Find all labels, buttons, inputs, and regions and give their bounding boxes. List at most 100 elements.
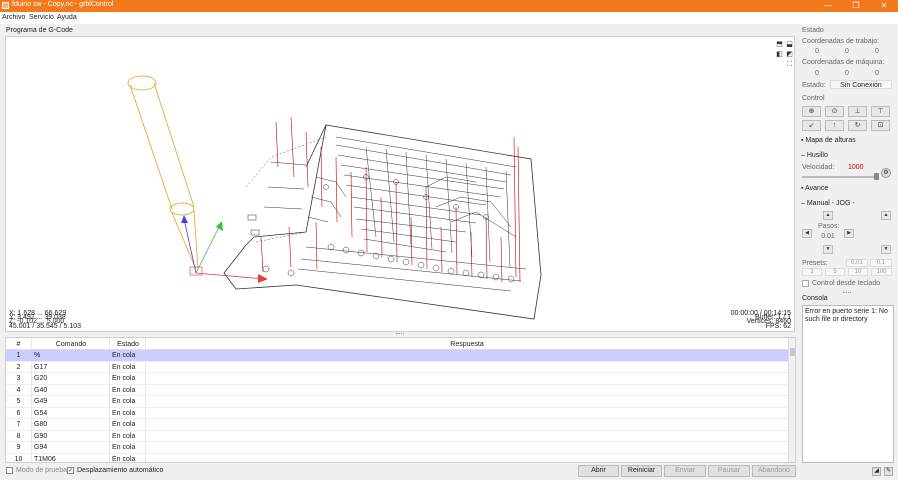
cell-index: 1 [16, 352, 21, 359]
table-row[interactable]: 5 G49 En cola [6, 396, 788, 408]
speed-label: Velocidad: [802, 164, 835, 171]
header-index[interactable]: # [6, 341, 31, 348]
test-mode-checkbox[interactable] [6, 467, 13, 474]
cell-status: En cola [112, 352, 136, 359]
reset-button[interactable]: Reiniciar [621, 465, 662, 477]
feed-label: Avance [805, 185, 829, 192]
speed-slider-track[interactable] [802, 176, 878, 178]
console-output[interactable]: Error en puerto serie 1: No such file or… [802, 305, 894, 463]
preset-1[interactable]: 0.1 [870, 259, 892, 267]
header-response[interactable]: Respuesta [146, 341, 788, 348]
splitter-handle[interactable] [396, 333, 404, 335]
control-title: Control [802, 95, 825, 102]
jog-z-plus-icon[interactable]: ▲ [881, 211, 891, 220]
title-bar: fduino sw - Copy.nc - grblControl — ❐ ✕ [0, 0, 898, 12]
preset-4[interactable]: 10 [848, 268, 868, 276]
table-header: # Comando Estado Respuesta [6, 338, 788, 350]
restore-icon[interactable]: ↻ [848, 120, 867, 131]
table-row[interactable]: 1% En cola [6, 350, 788, 362]
table-row[interactable]: 10 T1M06 En cola [6, 454, 788, 463]
preset-0[interactable]: 0.01 [846, 259, 868, 267]
table-row[interactable]: 3 G20 En cola [6, 373, 788, 385]
header-status[interactable]: Estado [110, 341, 146, 348]
table-row[interactable]: 6 G54 En cola [6, 408, 788, 419]
jog-x-plus-icon[interactable]: ▶ [844, 229, 854, 238]
preset-2[interactable]: 1 [802, 268, 822, 276]
menu-ayuda[interactable]: Ayuda [57, 14, 77, 21]
view-iso-icon[interactable]: ◩ [786, 51, 793, 58]
cell-command: G40 [34, 386, 48, 394]
jog-x-minus-icon[interactable]: ◀ [802, 229, 812, 238]
estado-title: Estado [802, 27, 824, 34]
status-label: Estado: [802, 82, 826, 89]
zoom-in-icon[interactable]: ⊕ [802, 106, 821, 117]
toolpath-canvas[interactable] [6, 37, 794, 331]
feed-header[interactable]: ▪ Avance [801, 185, 828, 192]
keyboard-control-label: Control desde teclado [812, 280, 881, 287]
menu-archivo[interactable]: Archivo [2, 14, 25, 21]
cell-status: En cola [112, 409, 136, 417]
steps-value[interactable]: 0.01 [818, 233, 838, 240]
gcode-table[interactable]: # Comando Estado Respuesta 1% En cola 2 G17… [5, 337, 796, 463]
preset-3[interactable]: 5 [825, 268, 845, 276]
cell-index: 2 [16, 363, 21, 371]
zero-xy-icon[interactable]: ⊥ [848, 106, 867, 117]
send-button[interactable]: Enviar [664, 465, 706, 477]
cell-index: 10 [14, 455, 23, 463]
table-row[interactable]: 4 G40 En cola [6, 385, 788, 396]
console-clear-icon[interactable]: ✎ [884, 467, 893, 476]
cell-command: G90 [34, 432, 48, 440]
cell-index: 7 [16, 421, 21, 428]
zoom-search-icon[interactable]: ⊙ [825, 106, 844, 117]
cell-status: En cola [112, 444, 136, 451]
speed-value[interactable]: 1000 [848, 164, 864, 171]
cell-command: G94 [34, 444, 48, 451]
view-top-icon[interactable]: ⬒ [776, 41, 783, 48]
table-scrollbar[interactable] [788, 338, 795, 462]
safe-z-icon[interactable]: ↑ [825, 120, 844, 131]
jog-y-plus-icon[interactable]: ▲ [823, 211, 833, 220]
app-icon [2, 2, 9, 9]
cell-status: En cola [112, 363, 136, 371]
view-left-icon[interactable]: ◧ [776, 51, 783, 58]
unlock-icon[interactable]: ⊡ [871, 120, 890, 131]
spindle-label: Husillo [806, 152, 828, 159]
autoscroll-checkbox[interactable]: ✓ [67, 467, 74, 474]
console-send-icon[interactable]: ◢ [872, 467, 881, 476]
menu-servicio[interactable]: Servicio [29, 14, 54, 21]
jog-z-minus-icon[interactable]: ▼ [881, 245, 891, 254]
panel-splitter[interactable] [843, 292, 851, 293]
window-title: fduino sw - Copy.nc - grblControl [12, 1, 114, 8]
cell-status: En cola [112, 421, 136, 428]
table-row[interactable]: 7 G80 En cola [6, 419, 788, 431]
preset-5[interactable]: 100 [871, 268, 892, 276]
speed-slider-thumb[interactable] [874, 173, 879, 180]
fit-view-icon[interactable]: ⛶ [786, 61, 793, 68]
heightmap-header[interactable]: ▪ Mapa de alturas [801, 137, 856, 144]
view-front-icon[interactable]: ⬓ [786, 41, 793, 48]
cell-command: % [34, 352, 41, 359]
open-button[interactable]: Abrir [578, 465, 619, 477]
table-row[interactable]: 9 G94 En cola [6, 442, 788, 454]
table-row[interactable]: 8 G90 En cola [6, 431, 788, 442]
spindle-toggle-icon[interactable]: ⚙ [881, 168, 891, 178]
cell-status: En cola [112, 455, 136, 463]
return-xy-icon[interactable]: ↙ [802, 120, 821, 131]
minimize-button[interactable]: — [814, 0, 842, 12]
header-command[interactable]: Comando [32, 341, 110, 348]
cell-command: G20 [34, 375, 48, 382]
cell-command: G80 [34, 421, 48, 428]
table-scroll-thumb[interactable] [790, 348, 795, 356]
gcode-3d-viewport[interactable]: ⬒ ⬓ ◧ ◩ ⛶ X: 1.628 ... 66.629 Y: 3.492 .… [5, 36, 795, 332]
spindle-header[interactable]: – Husillo [801, 152, 828, 159]
jog-header[interactable]: – Manual - JOG - [801, 200, 855, 207]
keyboard-control-checkbox[interactable] [802, 280, 809, 287]
close-button[interactable]: ✕ [870, 0, 898, 12]
jog-y-minus-icon[interactable]: ▼ [823, 245, 833, 254]
table-row[interactable]: 2 G17 En cola [6, 362, 788, 373]
zero-z-icon[interactable]: ⊤ [871, 106, 890, 117]
pause-button[interactable]: Pausar [708, 465, 750, 477]
abort-button[interactable]: Abandono [752, 465, 796, 477]
maximize-button[interactable]: ❐ [842, 0, 870, 12]
cell-command: G17 [34, 363, 48, 371]
